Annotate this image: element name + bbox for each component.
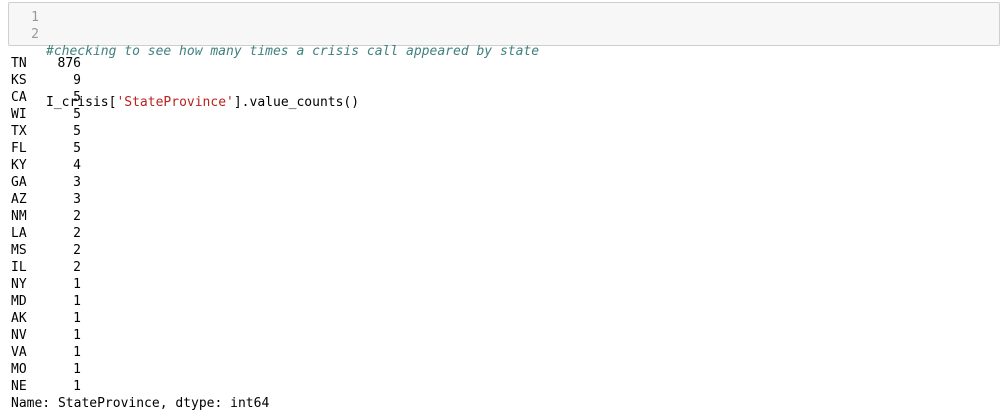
output-row: WI 5 bbox=[11, 106, 269, 123]
state-code: IL bbox=[11, 260, 27, 275]
series-footer: Name: StateProvince, dtype: int64 bbox=[11, 396, 270, 411]
state-code: MS bbox=[11, 243, 27, 258]
cell-output: TN 876 KS 9 CA 5 WI 5 TX 5 FL 5 KY 4 GA 3 AZ 3 NM 2 LA 2 MS 2 IL… bbox=[11, 55, 269, 412]
state-count: 9 bbox=[73, 73, 81, 88]
state-count: 1 bbox=[73, 277, 81, 292]
state-code: NE bbox=[11, 379, 27, 394]
state-count: 1 bbox=[73, 328, 81, 343]
output-row: LA 2 bbox=[11, 225, 269, 242]
state-count: 5 bbox=[73, 90, 81, 105]
output-row: KY 4 bbox=[11, 157, 269, 174]
state-code: KY bbox=[11, 158, 27, 173]
line-number-gutter: 1 2 bbox=[9, 9, 39, 43]
output-row: FL 5 bbox=[11, 140, 269, 157]
line-number: 2 bbox=[31, 27, 39, 42]
output-row: MS 2 bbox=[11, 242, 269, 259]
state-count: 1 bbox=[73, 345, 81, 360]
output-row: IL 2 bbox=[11, 259, 269, 276]
state-code: VA bbox=[11, 345, 27, 360]
state-count: 2 bbox=[73, 209, 81, 224]
state-count: 5 bbox=[73, 107, 81, 122]
state-count: 4 bbox=[73, 158, 81, 173]
state-count: 1 bbox=[73, 294, 81, 309]
state-code: TN bbox=[11, 56, 27, 71]
output-row: KS 9 bbox=[11, 72, 269, 89]
state-count: 5 bbox=[73, 141, 81, 156]
state-count: 1 bbox=[73, 311, 81, 326]
output-row: CA 5 bbox=[11, 89, 269, 106]
code-input-cell[interactable]: 1 2 #checking to see how many times a cr… bbox=[8, 2, 1000, 110]
state-code: MD bbox=[11, 294, 27, 309]
line-number: 1 bbox=[31, 10, 39, 25]
state-code: AK bbox=[11, 311, 27, 326]
state-code: NY bbox=[11, 277, 27, 292]
output-row: GA 3 bbox=[11, 174, 269, 191]
state-count: 5 bbox=[73, 124, 81, 139]
value-counts-list: TN 876 KS 9 CA 5 WI 5 TX 5 FL 5 KY 4 GA 3 AZ 3 NM 2 LA 2 MS 2 IL… bbox=[11, 55, 269, 395]
state-count: 876 bbox=[57, 56, 81, 71]
output-row: TX 5 bbox=[11, 123, 269, 140]
output-row: NV 1 bbox=[11, 327, 269, 344]
state-code: WI bbox=[11, 107, 27, 122]
state-code: AZ bbox=[11, 192, 27, 207]
output-row: TN 876 bbox=[11, 55, 269, 72]
output-row: VA 1 bbox=[11, 344, 269, 361]
output-row: MO 1 bbox=[11, 361, 269, 378]
output-row: AZ 3 bbox=[11, 191, 269, 208]
state-count: 2 bbox=[73, 260, 81, 275]
state-count: 3 bbox=[73, 175, 81, 190]
state-count: 2 bbox=[73, 243, 81, 258]
state-code: TX bbox=[11, 124, 27, 139]
state-code: NM bbox=[11, 209, 27, 224]
output-row: NY 1 bbox=[11, 276, 269, 293]
state-code: FL bbox=[11, 141, 27, 156]
state-code: KS bbox=[11, 73, 27, 88]
state-count: 2 bbox=[73, 226, 81, 241]
state-code: LA bbox=[11, 226, 27, 241]
output-row: AK 1 bbox=[11, 310, 269, 327]
state-count: 1 bbox=[73, 379, 81, 394]
state-count: 1 bbox=[73, 362, 81, 377]
state-count: 3 bbox=[73, 192, 81, 207]
state-code: NV bbox=[11, 328, 27, 343]
state-code: GA bbox=[11, 175, 27, 190]
output-row: MD 1 bbox=[11, 293, 269, 310]
output-row: NE 1 bbox=[11, 378, 269, 395]
state-code: CA bbox=[11, 90, 27, 105]
output-row: NM 2 bbox=[11, 208, 269, 225]
state-code: MO bbox=[11, 362, 27, 377]
